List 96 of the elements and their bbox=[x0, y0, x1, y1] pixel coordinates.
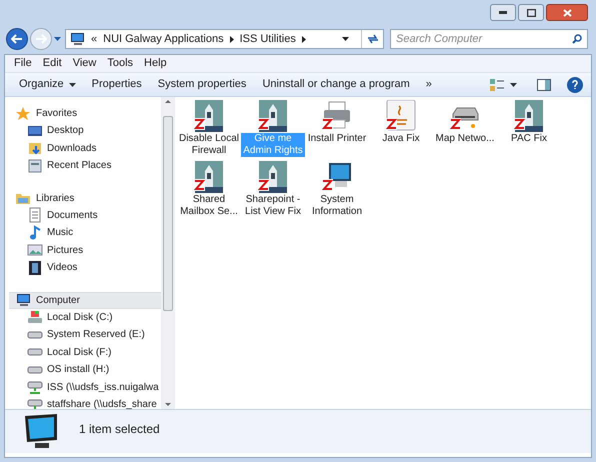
scroll-up-icon bbox=[165, 100, 171, 103]
shortcut-label: Shared Mailbox Se... bbox=[179, 194, 239, 218]
shortcut-label: Map Netwo... bbox=[434, 133, 496, 145]
sysdisk-icon bbox=[27, 309, 43, 326]
shortcut-label: Give me Admin Rights bbox=[241, 133, 305, 157]
nav-item[interactable]: ISS (\\udsfs_iss.nuigalwa bbox=[17, 378, 161, 396]
shortcut-label: System Information bbox=[310, 194, 364, 218]
folder-icon bbox=[27, 140, 43, 156]
menu-item[interactable]: Tools bbox=[102, 55, 138, 72]
nav-item[interactable]: Music bbox=[17, 224, 161, 242]
shortcut[interactable]: Install Printer bbox=[305, 100, 369, 157]
java-icon bbox=[385, 100, 417, 132]
nav-item[interactable]: Desktop bbox=[17, 122, 161, 140]
tower-icon bbox=[513, 100, 545, 132]
nav-group-label: Libraries bbox=[36, 192, 74, 206]
netdrive-icon bbox=[27, 379, 43, 396]
recent-icon bbox=[27, 158, 43, 174]
printer-icon bbox=[321, 100, 353, 132]
scroll-down-icon bbox=[165, 403, 171, 406]
organize-menu[interactable]: Organize bbox=[13, 74, 82, 94]
breadcrumb-arrow-icon[interactable] bbox=[302, 36, 306, 42]
tower-icon bbox=[193, 100, 225, 132]
music-icon bbox=[27, 224, 43, 241]
shortcut[interactable]: Java Fix bbox=[369, 100, 433, 157]
nav-item[interactable]: Local Disk (F:) bbox=[17, 344, 161, 361]
scroll-thumb[interactable] bbox=[163, 116, 173, 310]
shortcut-label: Disable Local Firewall bbox=[178, 133, 240, 157]
shortcut-label: Sharepoint - List View Fix bbox=[244, 194, 302, 218]
nav-group[interactable]: Computer bbox=[9, 292, 161, 308]
nav-group-label: Computer bbox=[36, 294, 80, 308]
nav-group[interactable]: Libraries bbox=[9, 190, 161, 206]
tower-icon bbox=[257, 100, 289, 132]
back-button[interactable] bbox=[6, 28, 28, 50]
help-button[interactable] bbox=[567, 76, 583, 92]
menu-item[interactable]: File bbox=[9, 55, 37, 72]
search-input[interactable]: Search Computer bbox=[396, 30, 572, 48]
history-caret-icon bbox=[54, 37, 61, 41]
shortcut-label: Install Printer bbox=[306, 133, 368, 145]
nav-item[interactable]: System Reserved (E:) bbox=[17, 326, 161, 344]
close-button[interactable] bbox=[546, 4, 588, 21]
shortcut-label: Java Fix bbox=[381, 133, 421, 145]
menu-item[interactable]: Edit bbox=[38, 55, 67, 72]
video-icon bbox=[27, 260, 43, 276]
nav-item[interactable]: Local Disk (C:) bbox=[17, 308, 161, 326]
pane-icon bbox=[537, 78, 551, 90]
address-bar[interactable]: « NUI Galway Applications ISS Utilities bbox=[65, 29, 384, 49]
nav-item[interactable]: Pictures bbox=[17, 242, 161, 259]
shortcut[interactable]: Map Netwo... bbox=[433, 100, 497, 157]
computer-icon bbox=[321, 161, 353, 193]
caret-icon bbox=[68, 82, 76, 86]
tower-icon bbox=[193, 161, 225, 193]
toolbar-command[interactable]: » bbox=[420, 74, 438, 94]
nav-item[interactable]: Downloads bbox=[17, 140, 161, 157]
minimize-icon bbox=[499, 11, 507, 14]
star-icon bbox=[15, 106, 31, 122]
shortcut[interactable]: System Information bbox=[305, 161, 369, 218]
minimize-button[interactable] bbox=[490, 4, 516, 21]
breadcrumb[interactable]: ISS Utilities bbox=[240, 30, 296, 48]
menu-item[interactable]: View bbox=[68, 55, 102, 72]
breadcrumb[interactable]: NUI Galway Applications bbox=[103, 30, 224, 48]
status-text: 1 item selected bbox=[79, 421, 160, 438]
tower-icon bbox=[257, 161, 289, 193]
computer-icon bbox=[69, 31, 85, 47]
menu-item[interactable]: Help bbox=[139, 55, 172, 72]
computer-icon bbox=[15, 292, 31, 308]
nav-group-label: Favorites bbox=[36, 107, 78, 121]
nav-item[interactable]: Recent Places bbox=[17, 157, 161, 174]
maximize-icon bbox=[526, 8, 536, 16]
breadcrumb-arrow-icon[interactable] bbox=[230, 36, 234, 42]
dropdown-caret-icon[interactable] bbox=[342, 37, 349, 41]
search-field[interactable]: Search Computer bbox=[390, 29, 588, 49]
nav-item[interactable]: Documents bbox=[17, 206, 161, 224]
help-icon bbox=[572, 80, 578, 89]
nav-group[interactable]: Favorites bbox=[9, 105, 161, 122]
maximize-button[interactable] bbox=[518, 4, 544, 21]
shortcut[interactable]: Shared Mailbox Se... bbox=[177, 161, 241, 218]
forward-arrow-icon bbox=[35, 34, 47, 44]
scrollbar[interactable] bbox=[161, 97, 175, 409]
refresh-icon bbox=[366, 34, 378, 44]
close-icon bbox=[562, 8, 572, 16]
back-arrow-icon bbox=[11, 34, 23, 44]
search-icon bbox=[572, 34, 582, 44]
nav-item[interactable]: OS install (H:) bbox=[17, 361, 161, 378]
nav-item[interactable]: Videos bbox=[17, 259, 161, 276]
shortcut[interactable]: PAC Fix bbox=[497, 100, 561, 157]
document-icon bbox=[27, 207, 43, 224]
shortcut[interactable]: Disable Local Firewall bbox=[177, 100, 241, 157]
toolbar-command[interactable]: Uninstall or change a program bbox=[256, 74, 416, 94]
shortcut[interactable]: Sharepoint - List View Fix bbox=[241, 161, 305, 218]
address-overflow[interactable]: « bbox=[91, 30, 98, 48]
toolbar-command[interactable]: System properties bbox=[152, 74, 252, 94]
shortcut-label: PAC Fix bbox=[510, 133, 548, 145]
view-list-icon bbox=[490, 78, 504, 90]
pictures-icon bbox=[27, 242, 43, 258]
caret-icon bbox=[510, 82, 517, 86]
toolbar-command[interactable]: Properties bbox=[86, 74, 148, 94]
